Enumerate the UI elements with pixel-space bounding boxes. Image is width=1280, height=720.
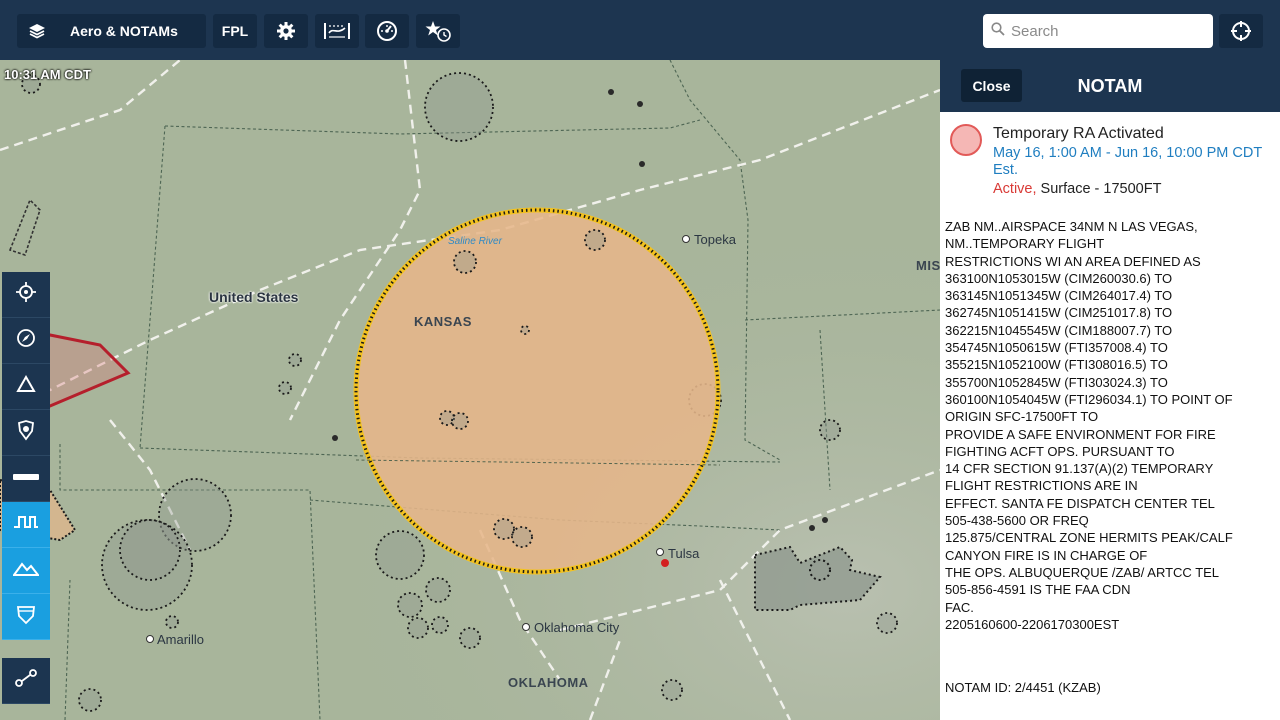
target-icon [15, 281, 37, 308]
notam-body-line: 2205160600-2206170300EST [945, 616, 1120, 632]
notam-body-line: 355700N1052845W (FTI303024.3) TO [945, 374, 1168, 390]
map-tool-strip [2, 272, 50, 704]
notam-body-line: 355215N1052100W (FTI308016.5) TO [945, 357, 1168, 373]
clock: 10:31 AM CDT [4, 67, 91, 82]
notam-body-line: 505-438-5600 OR FREQ [945, 513, 1089, 529]
notam-body-line: 14 CFR SECTION 91.137(A)(2) TEMPORARY [945, 461, 1214, 477]
tool-terrain[interactable] [2, 548, 50, 594]
notam-body-line: 362215N1045545W (CIM188007.7) TO [945, 322, 1173, 338]
notam-body-line: ZAB NM..AIRSPACE 34NM N LAS VEGAS, [945, 219, 1198, 234]
tfr-circle-icon [950, 124, 982, 156]
status-altitude: Surface - 17500FT [1036, 181, 1162, 197]
highway-shield-icon [15, 603, 37, 630]
compass-icon [15, 327, 37, 354]
star-clock-icon [425, 20, 451, 42]
map-view[interactable]: 10:31 AM CDT United States KANSAS OKLAHO… [0, 60, 940, 720]
notam-summary: Temporary RA Activated May 16, 1:00 AM -… [940, 112, 1280, 212]
notam-body-line: 363145N1051345W (CIM264017.4) TO [945, 288, 1173, 304]
locate-button[interactable] [1219, 14, 1263, 48]
notam-body-line: 360100N1054045W (FTI296034.1) TO POINT O… [945, 391, 1233, 407]
route-icon [14, 667, 38, 694]
tool-strip-gap [2, 640, 50, 658]
profile-view-button[interactable] [315, 14, 359, 48]
triangle-icon [16, 374, 36, 398]
tool-traffic[interactable] [2, 410, 50, 456]
app-window: Aero & NOTAMs FPL Search 10:31 AM CDT Un… [0, 0, 1280, 720]
notam-body: ZAB NM..AIRSPACE 34NM N LAS VEGAS, NM..TE… [945, 218, 1275, 633]
notam-body-line: FAC. [945, 599, 974, 615]
search-field[interactable] [983, 14, 1213, 48]
notam-body-line: NM..TEMPORARY FLIGHT [945, 236, 1105, 252]
profile-view-icon [323, 21, 351, 41]
notam-body-line: CANYON FIRE IS IN CHARGE OF [945, 547, 1148, 563]
notam-body-line: PROVIDE A SAFE ENVIRONMENT FOR FIRE [945, 426, 1216, 442]
state-label-oklahoma: OKLAHOMA [508, 675, 589, 690]
map-canvas [0, 60, 940, 720]
gear-icon [276, 21, 296, 41]
fpl-button[interactable]: FPL [213, 14, 257, 48]
state-label-missouri: MIS [916, 258, 940, 273]
panel-title: NOTAM [1077, 76, 1143, 96]
notam-body-line: 125.875/CENTRAL ZONE HERMITS PEAK/CALF [945, 530, 1233, 546]
settings-button[interactable] [264, 14, 308, 48]
search-input[interactable] [1011, 22, 1201, 40]
tool-center-location[interactable] [2, 272, 50, 318]
tool-airplane-mode[interactable] [2, 364, 50, 410]
city-label-tulsa[interactable]: Tulsa [668, 546, 699, 561]
notam-title: Temporary RA Activated [993, 125, 1164, 142]
notam-panel: Close NOTAM Temporary RA Activated May 1… [940, 60, 1280, 720]
tool-ruler[interactable] [2, 456, 50, 502]
notam-dates: May 16, 1:00 AM - Jun 16, 10:00 PM CDT E… [993, 145, 1262, 178]
layers-button[interactable]: Aero & NOTAMs [17, 14, 206, 48]
panel-header: Close NOTAM [940, 60, 1280, 112]
notam-body-line: 505-856-4591 IS THE FAA CDN [945, 582, 1131, 598]
tool-highway[interactable] [2, 594, 50, 640]
city-label-amarillo[interactable]: Amarillo [157, 632, 204, 647]
notam-body-line: 354745N1050615W (FTI357008.4) TO [945, 340, 1168, 356]
crosshair-icon [1230, 20, 1252, 42]
notam-status: Active, Surface - 17500FT [993, 181, 1161, 197]
city-label-okc[interactable]: Oklahoma City [534, 620, 619, 635]
ruler-icon [12, 470, 40, 488]
notam-body-line: 362745N1051415W (CIM251017.8) TO [945, 305, 1173, 321]
river-label: Saline River [448, 236, 502, 247]
search-icon [991, 21, 1005, 41]
layers-label: Aero & NOTAMs [70, 23, 178, 39]
shield-icon [15, 419, 37, 446]
country-label: United States [209, 289, 299, 305]
layers-icon [28, 22, 46, 40]
status-active: Active, [993, 181, 1037, 197]
notam-body-line: THE OPS. ALBUQUERQUE /ZAB/ ARTCC TEL [945, 564, 1220, 580]
tool-track-up[interactable] [2, 318, 50, 364]
tool-route[interactable] [2, 658, 50, 704]
instruments-button[interactable] [365, 14, 409, 48]
tfr-area[interactable] [353, 207, 721, 575]
waveform-icon [13, 513, 39, 536]
mountain-icon [12, 559, 41, 582]
notam-body-line: FLIGHT RESTRICTIONS ARE IN [945, 478, 1138, 494]
top-toolbar: Aero & NOTAMs FPL [0, 0, 1280, 60]
tool-flight-profile[interactable] [2, 502, 50, 548]
notam-body-line: FIGHTING ACFT OPS. PURSUANT TO [945, 443, 1175, 459]
state-label-kansas: KANSAS [414, 314, 472, 329]
notam-id: NOTAM ID: 2/4451 (KZAB) [945, 680, 1101, 695]
notam-body-line: EFFECT. SANTA FE DISPATCH CENTER TEL [945, 495, 1215, 511]
fpl-label: FPL [221, 23, 249, 39]
gauge-icon [376, 20, 398, 42]
notam-body-line: 363100N1053015W (CIM260030.6) TO [945, 270, 1173, 286]
notam-body-line: ORIGIN SFC-17500FT TO [945, 409, 1099, 425]
favorites-recent-button[interactable] [416, 14, 460, 48]
city-label-topeka[interactable]: Topeka [694, 232, 736, 247]
notam-body-line: RESTRICTIONS WI AN AREA DEFINED AS [945, 253, 1201, 269]
